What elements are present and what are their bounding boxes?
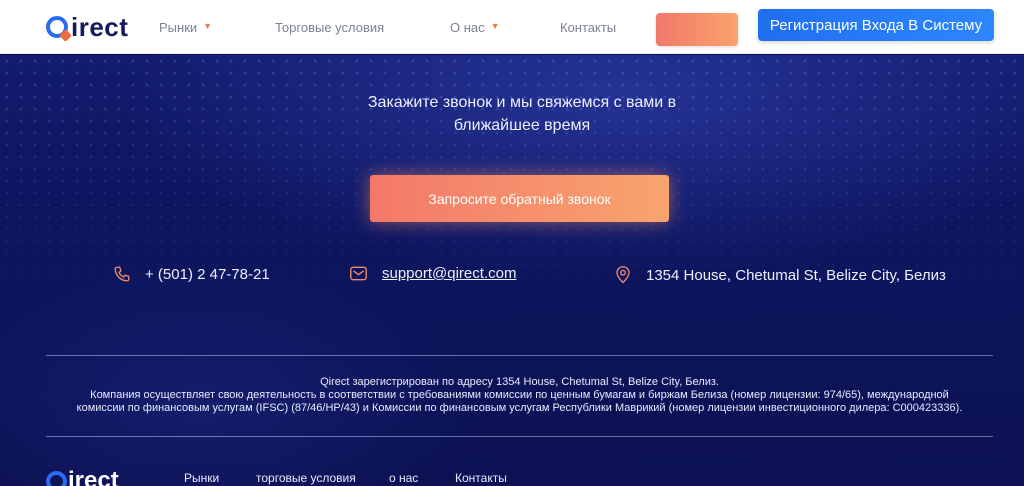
register-button[interactable]: Регистрация Входа В Систему	[758, 9, 994, 41]
logo-text: irect	[68, 467, 119, 486]
legal-line: комиссии по финансовым услугам (IFSC) (8…	[76, 402, 963, 414]
nav-item-label: Рынки	[159, 19, 198, 35]
divider	[46, 355, 993, 356]
divider	[46, 436, 993, 437]
nav-item-label: Контакты	[560, 19, 617, 35]
footer-logo[interactable]: irect	[46, 467, 119, 486]
logo-q-mark-icon	[46, 470, 67, 486]
logo-q-mark-icon	[46, 16, 68, 38]
nav-item-contacts[interactable]: Контакты	[560, 0, 616, 54]
nav-item-about[interactable]: О нас ▼	[450, 0, 500, 54]
qirect-logo[interactable]: irect	[46, 10, 128, 44]
nav-item-label: О нас	[450, 19, 485, 35]
mail-icon	[350, 266, 367, 281]
chevron-down-icon: ▼	[203, 21, 213, 31]
footer-nav-about[interactable]: о нас	[389, 471, 418, 485]
legal-line: Qirect зарегистрирован по адресу 1354 Ho…	[320, 376, 719, 388]
callback-tagline: Закажите звонок и мы свяжемся с вами в б…	[312, 91, 732, 137]
phone-icon	[114, 266, 130, 282]
top-navigation-bar: irect Рынки ▼ Торговые условия О нас ▼ К…	[0, 0, 1024, 54]
chevron-down-icon: ▼	[490, 21, 500, 31]
logo-text: irect	[71, 11, 129, 42]
tagline-line: Закажите звонок и мы свяжемся с вами в	[367, 94, 677, 111]
footer-nav-trading-conditions[interactable]: торговые условия	[256, 471, 356, 485]
legal-line: Компания осуществляет свою деятельность …	[90, 389, 949, 401]
footer-nav-contacts[interactable]: Контакты	[455, 471, 507, 485]
callback-section: Закажите звонок и мы свяжемся с вами в б…	[0, 55, 1024, 486]
address-text: 1354 House, Chetumal St, Belize City, Бе…	[646, 266, 946, 284]
nav-item-trading-conditions[interactable]: Торговые условия	[275, 0, 384, 54]
nav-item-markets[interactable]: Рынки ▼	[159, 0, 212, 54]
phone-number[interactable]: + (501) 2 47-78-21	[145, 266, 270, 283]
nav-item-label: Торговые условия	[275, 19, 385, 35]
footer-nav-markets[interactable]: Рынки	[184, 471, 219, 485]
contact-email: support@qirect.com	[349, 265, 516, 282]
contact-address: 1354 House, Chetumal St, Belize City, Бе…	[614, 265, 946, 285]
legal-disclaimer: Qirect зарегистрирован по адресу 1354 Ho…	[46, 376, 993, 415]
request-callback-button[interactable]: Запросите обратный звонок	[370, 175, 669, 222]
tagline-line: ближайшее время	[453, 117, 591, 134]
location-pin-icon	[616, 266, 630, 284]
contact-phone: + (501) 2 47-78-21	[113, 265, 270, 283]
email-link[interactable]: support@qirect.com	[382, 265, 516, 282]
login-button[interactable]	[656, 13, 738, 46]
